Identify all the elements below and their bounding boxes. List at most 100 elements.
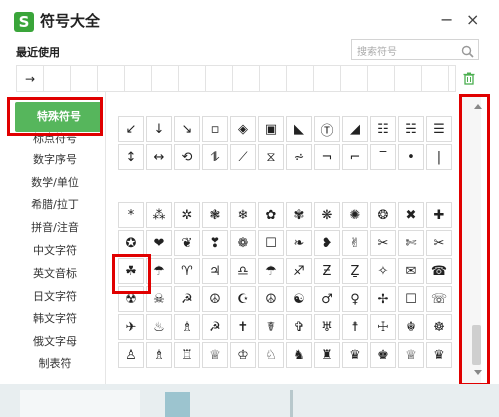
symbol-cell[interactable]: ✂ xyxy=(426,230,452,256)
symbol-cell[interactable]: ♚ xyxy=(370,342,396,368)
symbol-cell[interactable]: ☵ xyxy=(398,116,424,142)
trash-icon[interactable] xyxy=(463,70,475,89)
symbol-cell[interactable]: ⟋ xyxy=(230,144,256,170)
symbol-cell[interactable]: ▣ xyxy=(258,116,284,142)
recent-symbol-cell[interactable] xyxy=(233,66,260,91)
symbol-cell[interactable]: ☪ xyxy=(230,286,256,312)
recent-symbol-cell[interactable] xyxy=(368,66,395,91)
recent-symbol-cell[interactable] xyxy=(314,66,341,91)
recent-symbol-cell[interactable] xyxy=(125,66,152,91)
symbol-cell[interactable]: ⟲ xyxy=(174,144,200,170)
symbol-cell[interactable]: ☰ xyxy=(426,116,452,142)
symbol-cell[interactable]: ❤ xyxy=(146,230,172,256)
category-item[interactable]: 制表符 xyxy=(5,355,105,378)
symbol-cell[interactable]: ☨ xyxy=(342,314,368,340)
category-item[interactable]: 英文音标 xyxy=(5,265,105,288)
symbol-cell[interactable]: ✧ xyxy=(370,258,396,284)
symbol-cell[interactable]: ✾ xyxy=(286,202,312,228)
symbol-cell[interactable]: ♀ xyxy=(342,286,368,312)
symbol-cell[interactable]: ♞ xyxy=(286,342,312,368)
symbol-cell[interactable]: ☷ xyxy=(370,116,396,142)
close-button[interactable]: × xyxy=(466,10,479,29)
symbol-cell[interactable]: ☎ xyxy=(426,258,452,284)
symbol-cell[interactable]: ☮ xyxy=(202,286,228,312)
category-item[interactable]: 俄文字母 xyxy=(5,333,105,356)
recent-symbol-cell[interactable] xyxy=(260,66,287,91)
symbol-cell[interactable]: ◢ xyxy=(342,116,368,142)
symbol-cell[interactable]: ☮ xyxy=(258,286,284,312)
symbol-cell[interactable]: ♅ xyxy=(314,314,340,340)
symbol-cell[interactable]: ♛ xyxy=(342,342,368,368)
symbol-cell[interactable]: ↓ xyxy=(146,116,172,142)
search-input[interactable] xyxy=(352,43,457,62)
symbol-cell[interactable]: ☯ xyxy=(286,286,312,312)
symbol-cell[interactable]: ✞ xyxy=(286,314,312,340)
symbol-cell[interactable]: ✲ xyxy=(174,202,200,228)
symbol-cell[interactable]: ♂ xyxy=(314,286,340,312)
category-item[interactable]: 中文字符 xyxy=(5,242,105,265)
symbol-cell[interactable]: ↘ xyxy=(174,116,200,142)
symbol-cell[interactable]: ☬ xyxy=(398,314,424,340)
symbol-cell[interactable]: ♎ xyxy=(230,258,256,284)
symbol-cell[interactable]: ☐ xyxy=(258,230,284,256)
symbol-cell[interactable]: ♖ xyxy=(174,342,200,368)
symbol-cell[interactable]: ▫ xyxy=(202,116,228,142)
symbol-cell[interactable]: ☐ xyxy=(398,286,424,312)
symbol-cell[interactable]: Ⓣ xyxy=(314,116,340,142)
symbol-cell[interactable]: ❁ xyxy=(230,230,256,256)
symbol-cell[interactable]: ⌐ xyxy=(342,144,368,170)
recent-symbol-cell[interactable] xyxy=(341,66,368,91)
category-item[interactable]: 数字序号 xyxy=(5,151,105,174)
recent-symbol-cell[interactable] xyxy=(98,66,125,91)
symbol-cell[interactable]: ↔ xyxy=(146,144,172,170)
symbol-cell[interactable]: ♨ xyxy=(146,314,172,340)
symbol-cell[interactable]: ✖ xyxy=(398,202,424,228)
symbol-cell[interactable]: ☸ xyxy=(426,314,452,340)
category-item[interactable]: 希腊/拉丁 xyxy=(5,196,105,219)
symbol-cell[interactable]: ♈ xyxy=(174,258,200,284)
symbol-cell[interactable]: ♔ xyxy=(230,342,256,368)
symbol-cell[interactable]: ♕ xyxy=(398,342,424,368)
symbol-cell[interactable]: ⥮ xyxy=(202,144,228,170)
symbol-cell[interactable]: ◣ xyxy=(286,116,312,142)
symbol-cell[interactable]: ☭ xyxy=(174,286,200,312)
symbol-cell[interactable]: ¬ xyxy=(314,144,340,170)
symbol-cell[interactable]: ✝ xyxy=(230,314,256,340)
symbol-cell[interactable]: ✂ xyxy=(370,230,396,256)
symbol-cell[interactable]: ♐ xyxy=(286,258,312,284)
symbol-cell[interactable]: ❂ xyxy=(370,202,396,228)
symbol-cell[interactable]: ❃ xyxy=(202,202,228,228)
recent-symbol-cell[interactable] xyxy=(422,66,449,91)
symbol-cell[interactable]: ☭ xyxy=(202,314,228,340)
symbol-cell[interactable]: * xyxy=(118,202,144,228)
recent-symbol-cell[interactable] xyxy=(287,66,314,91)
symbol-cell[interactable]: ✪ xyxy=(118,230,144,256)
symbol-cell[interactable]: ♗ xyxy=(174,314,200,340)
symbol-cell[interactable]: ✄ xyxy=(398,230,424,256)
symbol-cell[interactable]: ↕ xyxy=(118,144,144,170)
symbol-cell[interactable]: ❄ xyxy=(230,202,256,228)
symbol-cell[interactable]: ☂ xyxy=(258,258,284,284)
symbol-cell[interactable]: ⧖ xyxy=(258,144,284,170)
category-item[interactable]: 数学/单位 xyxy=(5,174,105,197)
search-box[interactable] xyxy=(351,39,479,62)
recent-symbol-cell[interactable] xyxy=(179,66,206,91)
recent-symbol-cell[interactable] xyxy=(152,66,179,91)
symbol-cell[interactable]: ♜ xyxy=(314,342,340,368)
symbol-cell[interactable]: ✢ xyxy=(370,286,396,312)
symbol-cell[interactable]: ✚ xyxy=(426,202,452,228)
symbol-cell[interactable]: ☤ xyxy=(258,314,284,340)
symbol-cell[interactable]: ⩫ xyxy=(286,144,312,170)
category-item[interactable]: 日文字符 xyxy=(5,288,105,311)
symbol-cell[interactable]: ♘ xyxy=(258,342,284,368)
symbol-cell[interactable]: ❋ xyxy=(314,202,340,228)
symbol-cell[interactable]: ❧ xyxy=(286,230,312,256)
symbol-cell[interactable]: Ẕ xyxy=(342,258,368,284)
symbol-cell[interactable]: ✿ xyxy=(258,202,284,228)
symbol-cell[interactable]: | xyxy=(426,144,452,170)
symbol-cell[interactable]: ♛ xyxy=(426,342,452,368)
category-item[interactable]: 拼音/注音 xyxy=(5,219,105,242)
symbol-cell[interactable]: ↙ xyxy=(118,116,144,142)
symbol-cell[interactable]: ✉ xyxy=(398,258,424,284)
symbol-cell[interactable]: ❥ xyxy=(314,230,340,256)
